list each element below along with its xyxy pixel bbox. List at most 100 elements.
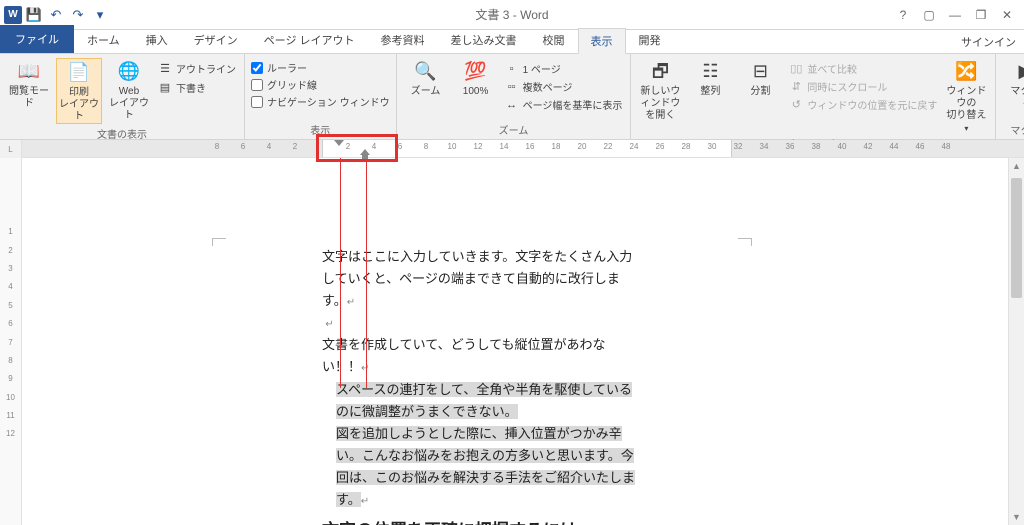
tab-developer[interactable]: 開発 <box>626 27 674 53</box>
arrange-button[interactable]: ☷整列 <box>687 58 733 98</box>
tab-home[interactable]: ホーム <box>74 27 133 53</box>
macro-button[interactable]: ▶マクロ▾ <box>1002 58 1024 110</box>
vtick: 7 <box>0 338 21 356</box>
vertical-ruler[interactable]: 1 2 3 4 5 6 7 8 9 10 11 12 <box>0 158 22 525</box>
vtick <box>0 172 21 190</box>
new-window-button[interactable]: 🗗新しいウィンドウ を開く <box>637 58 683 122</box>
doc-highlighted-text[interactable]: 図を追加しようとした際に、挿入位置がつかみ辛い。こんなお悩みをお抱えの方多いと思… <box>336 426 635 507</box>
page-width-button[interactable]: ↔ページ幅を基準に表示 <box>503 96 625 113</box>
quick-access-toolbar: W 💾 ↶ ↷ ▾ <box>0 5 110 25</box>
new-window-label: 新しいウィンドウ を開く <box>637 86 683 122</box>
window-title: 文書 3 - Word <box>475 6 548 23</box>
close-icon[interactable]: ✕ <box>996 5 1018 25</box>
tab-file[interactable]: ファイル <box>0 25 74 53</box>
switch-windows-button[interactable]: 🔀ウィンドウの 切り替え▾ <box>943 58 989 134</box>
htick: 10 <box>448 142 457 151</box>
tab-insert[interactable]: 挿入 <box>133 27 181 53</box>
htick: 4 <box>267 142 271 151</box>
scroll-up-icon[interactable]: ▲ <box>1009 158 1024 174</box>
qat-customize-icon[interactable]: ▾ <box>90 5 110 25</box>
signin-link[interactable]: サインイン <box>961 34 1016 50</box>
group-macro: ▶マクロ▾ マクロ <box>996 54 1024 139</box>
switch-icon: 🔀 <box>952 60 980 84</box>
macro-label: マクロ <box>1010 86 1024 98</box>
page-area[interactable]: 文字はここに入力していきます。文字をたくさん入力していくと、ページの端まできて自… <box>22 158 1024 525</box>
ribbon-options-icon[interactable]: ▢ <box>918 5 940 25</box>
horizontal-ruler[interactable]: 8 6 4 2 2 4 6 8 10 12 14 16 18 20 22 24 … <box>22 140 1024 158</box>
vtick: 11 <box>0 411 21 429</box>
outline-label: アウトライン <box>176 61 236 76</box>
ribbon-tabs: ファイル ホーム 挿入 デザイン ページ レイアウト 参考資料 差し込み文書 校… <box>0 30 1024 54</box>
percent-icon: 💯 <box>462 60 490 84</box>
help-icon[interactable]: ? <box>892 5 914 25</box>
htick: 48 <box>942 142 951 151</box>
tab-mailings[interactable]: 差し込み文書 <box>438 27 530 53</box>
syncscroll-icon: ⇵ <box>789 80 803 94</box>
vtick: 8 <box>0 356 21 374</box>
draft-button[interactable]: ▤下書き <box>156 79 238 96</box>
new-window-icon: 🗗 <box>646 60 674 84</box>
document-page[interactable]: 文字はここに入力していきます。文字をたくさん入力していくと、ページの端まできて自… <box>212 246 752 525</box>
web-layout-button[interactable]: 🌐Web レイアウト <box>106 58 152 122</box>
tab-page-layout[interactable]: ページ レイアウト <box>251 27 368 53</box>
vtick: 1 <box>0 227 21 245</box>
ribbon: 📖閲覧モード 📄印刷 レイアウト 🌐Web レイアウト ☰アウトライン ▤下書き… <box>0 54 1024 140</box>
tab-review[interactable]: 校閲 <box>530 27 578 53</box>
outline-button[interactable]: ☰アウトライン <box>156 60 238 77</box>
htick: 6 <box>241 142 245 151</box>
vtick: 12 <box>0 429 21 447</box>
gridlines-check-input[interactable] <box>251 79 263 91</box>
sidebyside-label: 並べて比較 <box>807 61 857 76</box>
doc-paragraph-empty[interactable] <box>322 312 642 334</box>
doc-highlighted-text[interactable]: スペースの連打をして、全角や半角を駆使しているのに微調整がうまくできない。 <box>336 382 632 419</box>
qat-undo-icon[interactable]: ↶ <box>46 5 66 25</box>
tab-design[interactable]: デザイン <box>181 27 251 53</box>
vtick: 3 <box>0 264 21 282</box>
scroll-down-icon[interactable]: ▼ <box>1009 509 1024 525</box>
page-width-icon: ↔ <box>505 98 519 112</box>
navpane-checkbox[interactable]: ナビゲーション ウィンドウ <box>251 94 390 109</box>
htick: 28 <box>682 142 691 151</box>
restore-icon[interactable]: ❐ <box>970 5 992 25</box>
multi-page-button[interactable]: ▫▫複数ページ <box>503 78 625 95</box>
one-page-button[interactable]: ▫1 ページ <box>503 60 625 77</box>
gridlines-check-label: グリッド線 <box>267 77 317 92</box>
document-body[interactable]: 文字はここに入力していきます。文字をたくさん入力していくと、ページの端まできて自… <box>212 246 752 525</box>
vtick: 2 <box>0 246 21 264</box>
hanging-indent-marker[interactable] <box>360 149 370 159</box>
scroll-thumb[interactable] <box>1011 178 1022 298</box>
htick: 42 <box>864 142 873 151</box>
htick: 12 <box>474 142 483 151</box>
multi-page-icon: ▫▫ <box>505 80 519 94</box>
doc-paragraph[interactable]: 文字はここに入力していきます。文字をたくさん入力していくと、ページの端まできて自… <box>322 246 642 312</box>
htick: 14 <box>500 142 509 151</box>
split-button[interactable]: ⊟分割 <box>737 58 783 98</box>
navpane-check-label: ナビゲーション ウィンドウ <box>267 94 390 109</box>
navpane-check-input[interactable] <box>251 96 263 108</box>
vertical-scrollbar[interactable]: ▲ ▼ <box>1008 158 1024 525</box>
syncscroll-label: 同時にスクロール <box>807 79 887 94</box>
tab-references[interactable]: 参考資料 <box>368 27 438 53</box>
htick: 36 <box>786 142 795 151</box>
print-layout-button[interactable]: 📄印刷 レイアウト <box>56 58 102 124</box>
tab-view[interactable]: 表示 <box>578 28 626 54</box>
title-bar: W 💾 ↶ ↷ ▾ 文書 3 - Word ? ▢ — ❐ ✕ <box>0 0 1024 30</box>
doc-paragraph[interactable]: 文書を作成していて、どうしても縦位置があわない！！ <box>322 334 642 378</box>
zoom-button[interactable]: 🔍ズーム <box>403 58 449 98</box>
htick: 18 <box>552 142 561 151</box>
doc-paragraph-indent[interactable]: 図を追加しようとした際に、挿入位置がつかみ辛い。こんなお悩みをお抱えの方多いと思… <box>322 423 642 511</box>
qat-redo-icon[interactable]: ↷ <box>68 5 88 25</box>
doc-heading[interactable]: 文字の位置を正確に把握するには。 <box>322 517 642 525</box>
read-mode-button[interactable]: 📖閲覧モード <box>6 58 52 110</box>
qat-save-icon[interactable]: 💾 <box>24 5 44 25</box>
ruler-check-input[interactable] <box>251 62 263 74</box>
word-app-icon[interactable]: W <box>4 6 22 24</box>
doc-paragraph-indent[interactable]: スペースの連打をして、全角や半角を駆使しているのに微調整がうまくできない。 <box>322 379 642 423</box>
gridlines-checkbox[interactable]: グリッド線 <box>251 77 390 92</box>
htick: 2 <box>293 142 297 151</box>
zoom-100-button[interactable]: 💯100% <box>453 58 499 98</box>
arrange-label: 整列 <box>700 86 720 98</box>
first-line-indent-marker[interactable] <box>334 140 344 150</box>
ruler-checkbox[interactable]: ルーラー <box>251 60 390 75</box>
minimize-icon[interactable]: — <box>944 5 966 25</box>
